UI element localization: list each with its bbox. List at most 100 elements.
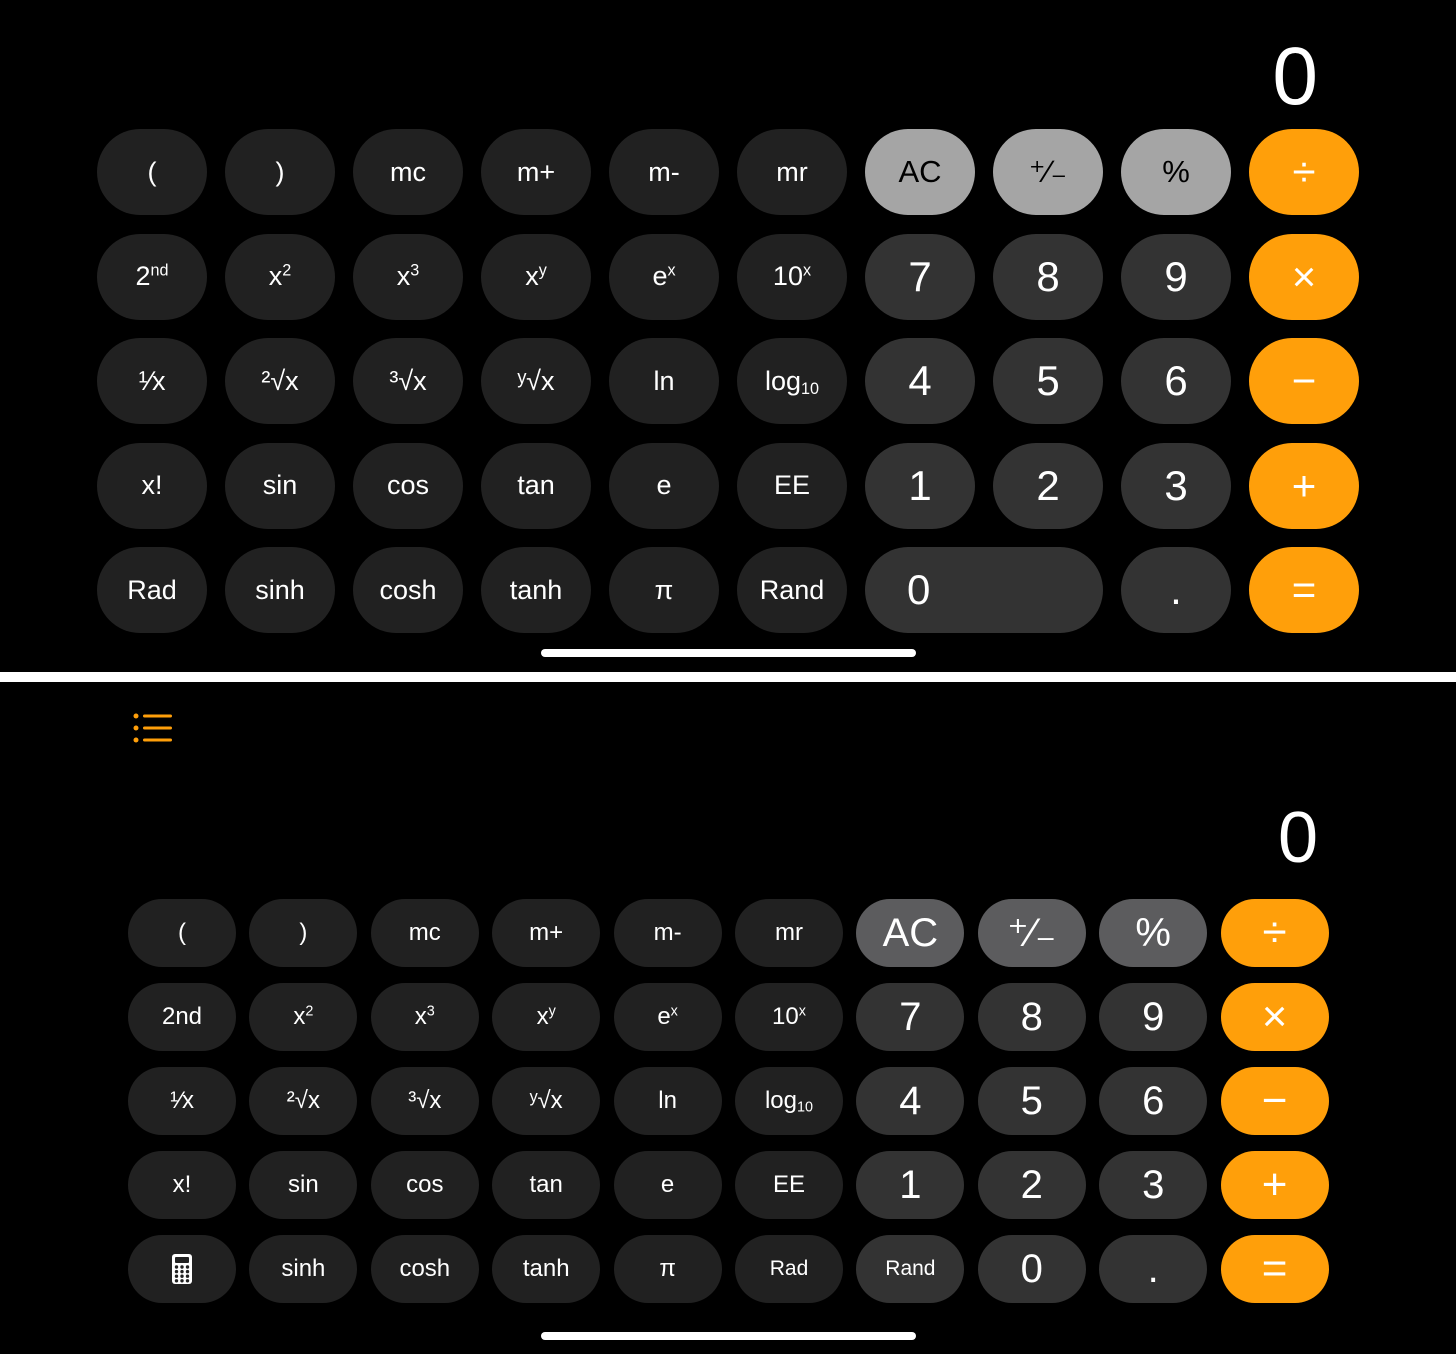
e-const-button[interactable]: e (613, 1151, 722, 1219)
cosh-button[interactable]: cosh (370, 1235, 479, 1303)
x-squared-button[interactable]: x2 (225, 233, 335, 320)
digit-9-button[interactable]: 9 (1121, 233, 1231, 320)
m-plus-button[interactable]: m+ (492, 899, 601, 967)
digit-5-button[interactable]: 5 (993, 338, 1103, 424)
mc-button[interactable]: mc (353, 129, 463, 215)
x-to-y-button[interactable]: xy (492, 983, 601, 1051)
percent-button[interactable]: % (1099, 899, 1208, 967)
x-to-y-button[interactable]: xy (481, 233, 591, 320)
pi-button[interactable]: π (609, 547, 719, 633)
open-paren-button[interactable]: ( (97, 129, 207, 215)
pi-button[interactable]: π (613, 1235, 722, 1303)
rad-button[interactable]: Rad (97, 547, 207, 633)
home-indicator[interactable] (541, 1332, 916, 1340)
x-squared-button[interactable]: x2 (249, 983, 358, 1051)
x-cubed-button[interactable]: x3 (353, 233, 463, 320)
tanh-button[interactable]: tanh (492, 1235, 601, 1303)
second-button[interactable]: 2nd (97, 233, 207, 320)
plus-minus-button[interactable]: ⁺∕₋ (977, 899, 1086, 967)
tan-button[interactable]: tan (492, 1151, 601, 1219)
divide-button[interactable]: ÷ (1249, 129, 1359, 215)
mr-button[interactable]: mr (737, 129, 847, 215)
sin-button[interactable]: sin (225, 442, 335, 529)
y-root-button[interactable]: ʸ√x (481, 338, 591, 424)
tanh-button[interactable]: tanh (481, 547, 591, 633)
close-paren-button[interactable]: ) (225, 129, 335, 215)
ee-button[interactable]: EE (735, 1151, 843, 1219)
digit-0-button[interactable]: 0 (977, 1235, 1086, 1303)
digit-7-button[interactable]: 7 (865, 233, 975, 320)
digit-7-button[interactable]: 7 (856, 983, 965, 1051)
factorial-button[interactable]: x! (128, 1151, 236, 1219)
digit-6-button[interactable]: 6 (1099, 1067, 1208, 1135)
ten-to-x-button[interactable]: 10x (735, 983, 843, 1051)
equals-button[interactable]: = (1220, 1235, 1329, 1303)
all-clear-button[interactable]: AC (856, 899, 965, 967)
m-plus-button[interactable]: m+ (481, 129, 591, 215)
subtract-button[interactable]: − (1220, 1067, 1329, 1135)
square-root-button[interactable]: ²√x (249, 1067, 358, 1135)
home-indicator[interactable] (541, 649, 916, 657)
log10-button[interactable]: log10 (737, 338, 847, 424)
list-bullet-icon[interactable] (132, 712, 174, 744)
close-paren-button[interactable]: ) (249, 899, 358, 967)
second-button[interactable]: 2nd (128, 983, 236, 1051)
ten-to-x-button[interactable]: 10x (737, 233, 847, 320)
multiply-button[interactable]: × (1249, 233, 1359, 320)
reciprocal-button[interactable]: ¹∕x (97, 338, 207, 424)
add-button[interactable]: + (1220, 1151, 1329, 1219)
digit-9-button[interactable]: 9 (1099, 983, 1208, 1051)
equals-button[interactable]: = (1249, 547, 1359, 633)
decimal-button[interactable]: . (1121, 547, 1231, 633)
digit-4-button[interactable]: 4 (865, 338, 975, 424)
m-minus-button[interactable]: m- (613, 899, 722, 967)
digit-3-button[interactable]: 3 (1121, 442, 1231, 529)
factorial-button[interactable]: x! (97, 442, 207, 529)
all-clear-button[interactable]: AC (865, 129, 975, 215)
divide-button[interactable]: ÷ (1220, 899, 1329, 967)
digit-3-button[interactable]: 3 (1099, 1151, 1208, 1219)
rand-button[interactable]: Rand (737, 547, 847, 633)
add-button[interactable]: + (1249, 442, 1359, 529)
ln-button[interactable]: ln (609, 338, 719, 424)
e-to-x-button[interactable]: ex (609, 233, 719, 320)
digit-2-button[interactable]: 2 (977, 1151, 1086, 1219)
mc-button[interactable]: mc (370, 899, 479, 967)
sinh-button[interactable]: sinh (249, 1235, 358, 1303)
digit-5-button[interactable]: 5 (977, 1067, 1086, 1135)
log10-button[interactable]: log10 (735, 1067, 843, 1135)
percent-button[interactable]: % (1121, 129, 1231, 215)
mr-button[interactable]: mr (735, 899, 843, 967)
calculator-mode-button[interactable] (128, 1235, 236, 1303)
rad-button[interactable]: Rad (735, 1235, 843, 1303)
ln-button[interactable]: ln (613, 1067, 722, 1135)
digit-4-button[interactable]: 4 (856, 1067, 965, 1135)
ee-button[interactable]: EE (737, 442, 847, 529)
digit-6-button[interactable]: 6 (1121, 338, 1231, 424)
rand-button[interactable]: Rand (856, 1235, 965, 1303)
square-root-button[interactable]: ²√x (225, 338, 335, 424)
multiply-button[interactable]: × (1220, 983, 1329, 1051)
plus-minus-button[interactable]: ⁺∕₋ (993, 129, 1103, 215)
digit-1-button[interactable]: 1 (865, 442, 975, 529)
tan-button[interactable]: tan (481, 442, 591, 529)
e-const-button[interactable]: e (609, 442, 719, 529)
cos-button[interactable]: cos (370, 1151, 479, 1219)
sinh-button[interactable]: sinh (225, 547, 335, 633)
reciprocal-button[interactable]: ¹∕x (128, 1067, 236, 1135)
sin-button[interactable]: sin (249, 1151, 358, 1219)
m-minus-button[interactable]: m- (609, 129, 719, 215)
digit-8-button[interactable]: 8 (977, 983, 1086, 1051)
x-cubed-button[interactable]: x3 (370, 983, 479, 1051)
y-root-button[interactable]: ʸ√x (492, 1067, 601, 1135)
cosh-button[interactable]: cosh (353, 547, 463, 633)
digit-1-button[interactable]: 1 (856, 1151, 965, 1219)
decimal-button[interactable]: . (1099, 1235, 1208, 1303)
open-paren-button[interactable]: ( (128, 899, 236, 967)
digit-2-button[interactable]: 2 (993, 442, 1103, 529)
e-to-x-button[interactable]: ex (613, 983, 722, 1051)
digit-8-button[interactable]: 8 (993, 233, 1103, 320)
cube-root-button[interactable]: ³√x (370, 1067, 479, 1135)
digit-0-button[interactable]: 0 (865, 547, 1103, 633)
cos-button[interactable]: cos (353, 442, 463, 529)
